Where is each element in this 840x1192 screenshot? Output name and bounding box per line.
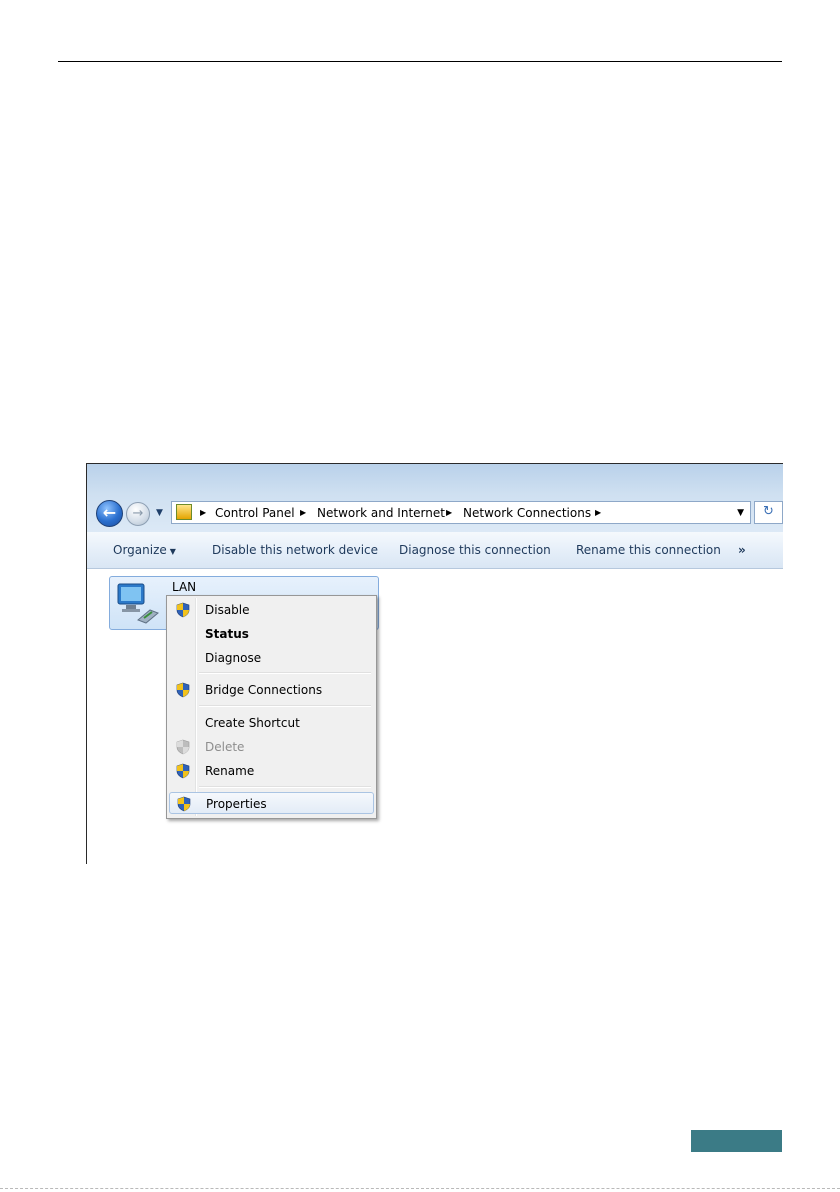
- breadcrumb-separator-icon[interactable]: ▶: [595, 505, 601, 521]
- menu-label: Disable: [205, 603, 250, 617]
- diagnose-connection-button[interactable]: Diagnose this connection: [399, 542, 551, 558]
- network-adapter-icon: [117, 583, 159, 624]
- menu-item-status[interactable]: Status: [169, 623, 374, 645]
- shield-icon: [176, 739, 190, 755]
- menu-label: Rename: [205, 764, 255, 778]
- back-button[interactable]: ←: [96, 500, 123, 527]
- menu-item-properties[interactable]: Properties: [169, 792, 374, 814]
- header-rule: [58, 61, 782, 62]
- chevron-down-icon: ▼: [169, 547, 176, 556]
- more-commands-button[interactable]: »: [738, 542, 746, 558]
- organize-label: Organize: [113, 543, 167, 557]
- menu-item-diagnose[interactable]: Diagnose: [169, 647, 374, 669]
- menu-item-create-shortcut[interactable]: Create Shortcut: [169, 712, 374, 734]
- shield-icon: [176, 763, 190, 779]
- breadcrumb-network-connections[interactable]: Network Connections: [463, 505, 591, 521]
- control-panel-icon: [176, 504, 192, 520]
- refresh-icon: ↻: [763, 504, 774, 519]
- menu-label: Delete: [205, 740, 245, 754]
- shield-icon: [177, 796, 191, 812]
- menu-separator: [199, 786, 371, 788]
- disable-device-button[interactable]: Disable this network device: [212, 542, 378, 558]
- breadcrumb-control-panel[interactable]: Control Panel: [215, 505, 295, 521]
- chevron-down-icon: ▼: [156, 508, 163, 518]
- page-number-tab: [691, 1130, 782, 1152]
- footer-rule: [0, 1188, 840, 1189]
- menu-label: Diagnose: [205, 651, 262, 665]
- rename-connection-button[interactable]: Rename this connection: [576, 542, 721, 558]
- breadcrumb-network-and-internet[interactable]: Network and Internet: [317, 505, 445, 521]
- connection-name: LAN: [172, 580, 197, 594]
- shield-icon: [176, 602, 190, 618]
- menu-item-disable[interactable]: Disable: [169, 599, 374, 621]
- context-menu: Disable Status Diagnose Bridge Connectio…: [166, 595, 377, 819]
- menu-label: Status: [205, 627, 249, 641]
- organize-button[interactable]: Organize ▼: [113, 542, 176, 560]
- menu-separator: [199, 705, 371, 707]
- breadcrumb-separator-icon[interactable]: ▶: [446, 505, 452, 521]
- arrow-right-icon: →: [132, 506, 144, 521]
- refresh-button[interactable]: ↻: [754, 501, 783, 524]
- recent-pages-dropdown[interactable]: ▼: [156, 506, 163, 520]
- menu-separator: [199, 672, 371, 674]
- window-titlebar: ← → ▼ ▶ Control Panel ▶ Network and Inte…: [87, 464, 783, 532]
- command-bar: Organize ▼ Disable this network device Di…: [87, 532, 783, 569]
- shield-icon: [176, 682, 190, 698]
- address-dropdown-icon[interactable]: ▼: [737, 506, 744, 520]
- menu-item-delete: Delete: [169, 736, 374, 758]
- breadcrumb-separator-icon[interactable]: ▶: [200, 505, 206, 521]
- menu-label: Bridge Connections: [205, 683, 323, 697]
- breadcrumb-separator-icon[interactable]: ▶: [300, 505, 306, 521]
- menu-item-bridge-connections[interactable]: Bridge Connections: [169, 679, 374, 701]
- forward-button[interactable]: →: [126, 502, 150, 526]
- menu-label: Properties: [206, 797, 267, 811]
- explorer-window: ← → ▼ ▶ Control Panel ▶ Network and Inte…: [86, 463, 783, 864]
- menu-label: Create Shortcut: [205, 716, 300, 730]
- arrow-left-icon: ←: [102, 503, 117, 522]
- menu-item-rename[interactable]: Rename: [169, 760, 374, 782]
- address-bar[interactable]: ▶ Control Panel ▶ Network and Internet ▶…: [171, 501, 751, 524]
